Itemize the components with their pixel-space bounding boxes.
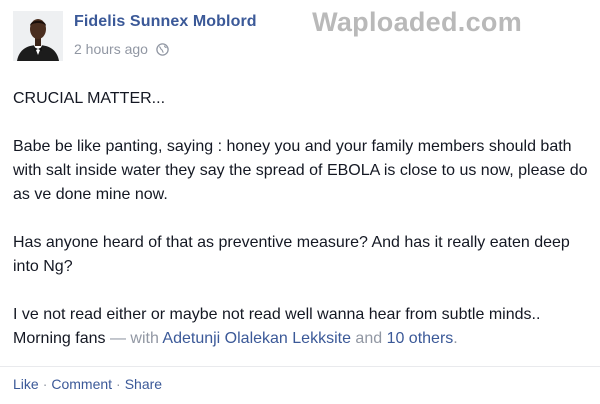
- avatar-image: [13, 11, 63, 61]
- watermark: Waploaded.com: [312, 7, 522, 37]
- author-name[interactable]: Fidelis Sunnex Moblord: [74, 13, 257, 31]
- tag-and-text: and: [350, 330, 387, 347]
- action-separator: ·: [42, 376, 48, 392]
- post-paragraph-2: Babe be like panting, saying : honey you…: [13, 138, 588, 203]
- tagged-others-link[interactable]: 10 others: [387, 330, 454, 347]
- globe-icon[interactable]: [156, 42, 169, 56]
- action-separator: ·: [116, 376, 121, 392]
- footer-divider: [0, 366, 600, 367]
- tag-with-text: — with: [105, 330, 163, 347]
- tagged-person-link[interactable]: Adetunji Olalekan Lekksite: [162, 330, 351, 347]
- post-body: CRUCIAL MATTER... Babe be like panting, …: [13, 87, 593, 351]
- author-avatar[interactable]: [13, 11, 63, 61]
- like-button[interactable]: Like: [13, 376, 39, 392]
- post-actions: Like · Comment · Share: [13, 376, 162, 392]
- facebook-post: Fidelis Sunnex Moblord 2 hours ago Waplo…: [0, 0, 600, 404]
- share-button[interactable]: Share: [125, 376, 162, 392]
- comment-button[interactable]: Comment: [51, 376, 112, 392]
- post-timestamp[interactable]: 2 hours ago: [74, 41, 148, 57]
- post-meta: 2 hours ago: [74, 41, 175, 57]
- post-paragraph-4: I ve not read either or maybe not read w…: [13, 303, 593, 351]
- post-paragraph-1: CRUCIAL MATTER...: [13, 90, 166, 107]
- post-paragraph-3: Has anyone heard of that as preventive m…: [13, 234, 570, 275]
- tag-end-text: .: [453, 330, 458, 347]
